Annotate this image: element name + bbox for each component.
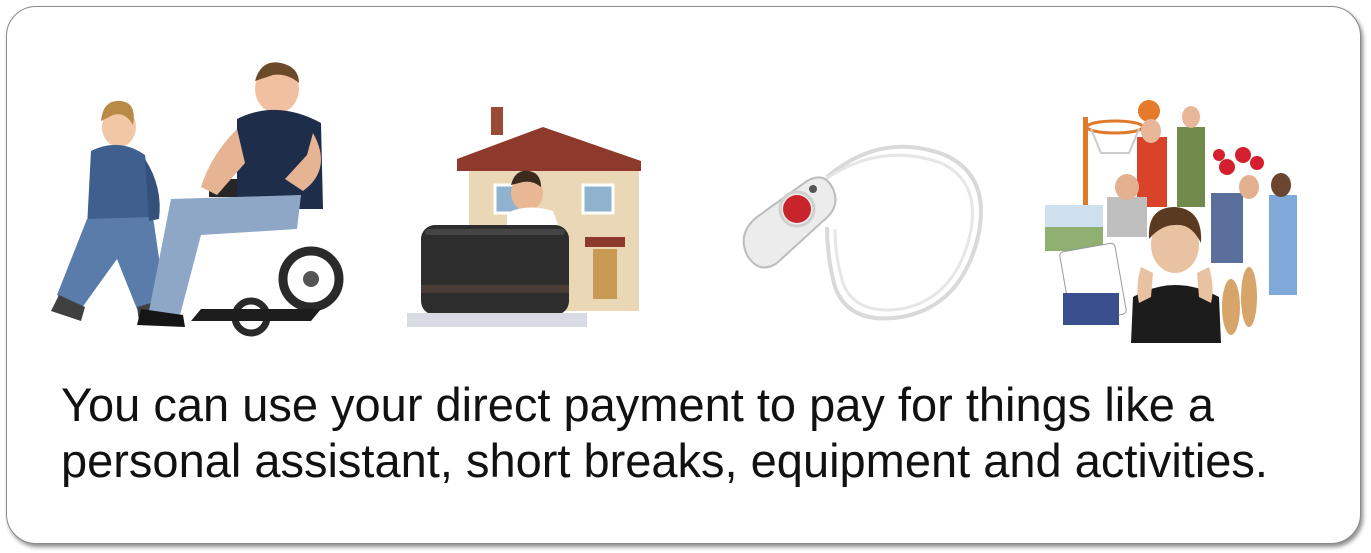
caption-line-2: personal assistant, short breaks, equipm…: [61, 434, 1268, 487]
slide-card: You can use your direct payment to pay f…: [6, 6, 1361, 544]
personal-assistant-icon: [51, 62, 344, 337]
caption-line-1: You can use your direct payment to pay f…: [61, 378, 1215, 431]
personal-assistant-picture: [41, 59, 346, 359]
alarm-pendant-icon: [742, 144, 983, 321]
short-breaks-picture: [407, 99, 647, 339]
equipment-picture: [731, 137, 993, 323]
caption-text: You can use your direct payment to pay f…: [61, 377, 1351, 489]
activities-picture: [1043, 97, 1323, 343]
activities-collage-icon: [1045, 100, 1297, 343]
suitcase-house-icon: [407, 107, 641, 327]
